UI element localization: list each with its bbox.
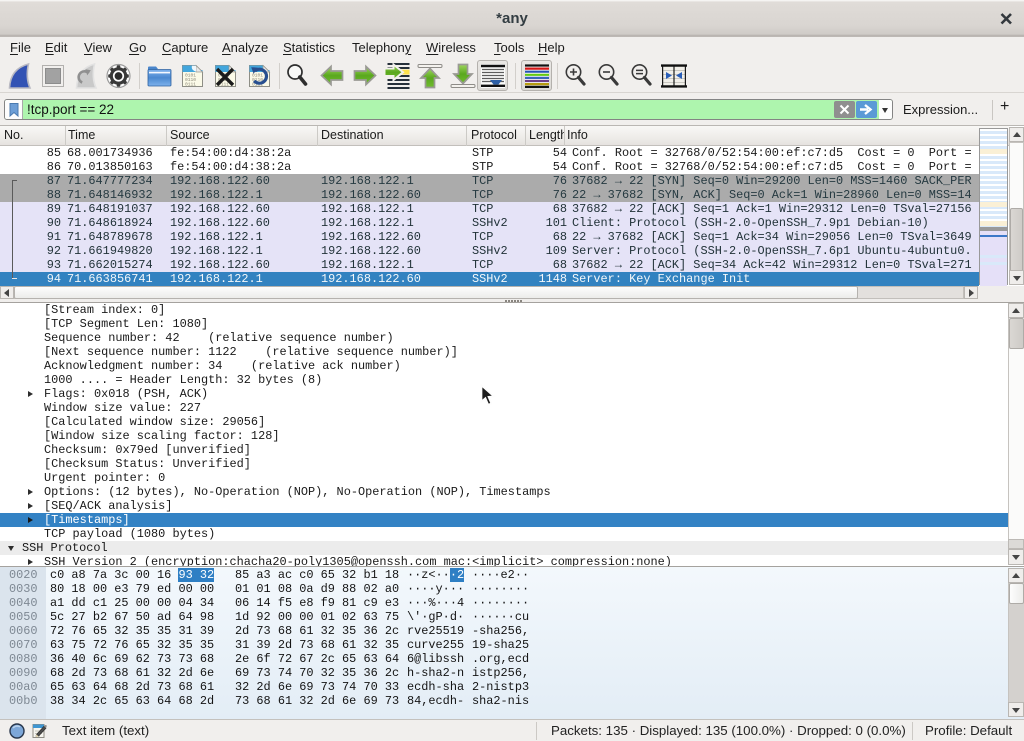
- svg-text:0111: 0111: [185, 82, 196, 88]
